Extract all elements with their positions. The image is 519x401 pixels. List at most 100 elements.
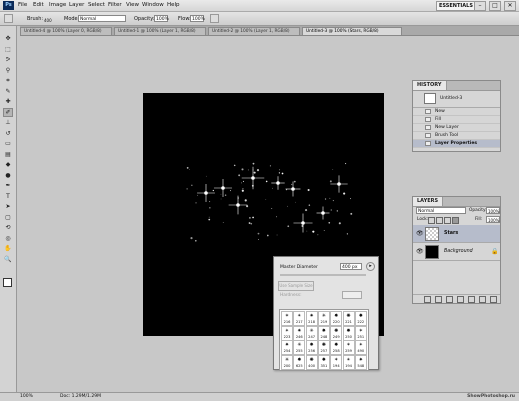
eye-icon[interactable]: 👁 [416, 248, 424, 255]
hardness-field[interactable] [342, 291, 362, 299]
menu-layer[interactable]: Layer [69, 2, 84, 8]
brush-tip[interactable]: ✳ 255 [293, 340, 306, 355]
blend-mode-select[interactable]: Normal [416, 207, 466, 214]
history-item[interactable]: Fill [413, 116, 500, 124]
brush-tip[interactable]: ✸ 220 [330, 311, 343, 326]
brush-tip[interactable]: ✺ 221 [342, 311, 355, 326]
brush-tip[interactable]: ✶ 259 [342, 340, 355, 355]
brush-tool-icon[interactable]: ✐ [3, 107, 13, 117]
layer-row-selected[interactable]: 👁 Stars [413, 225, 500, 243]
history-snapshot[interactable]: Untitled-3 [413, 91, 500, 108]
layer-opacity-field[interactable]: 100% [486, 207, 500, 214]
quick-select-tool-icon[interactable]: ⚲ [3, 66, 13, 75]
foreground-color-swatch[interactable] [3, 278, 12, 287]
history-item[interactable]: New Layer [413, 124, 500, 132]
brush-tip[interactable]: ✸ 625 [293, 354, 306, 370]
zoom-tool-icon[interactable]: 🔍 [3, 255, 13, 264]
history-tab[interactable]: HISTORY [413, 81, 447, 90]
brush-tip[interactable]: ✷ 548 [354, 354, 367, 370]
brush-tip[interactable]: ✳ 200 [281, 354, 293, 370]
brush-tip[interactable]: ✸ 256 [305, 340, 318, 355]
brush-tip[interactable]: ✸ 248 [317, 325, 330, 341]
brush-tip[interactable]: ✶ 251 [354, 325, 367, 341]
menu-edit[interactable]: Edit [33, 2, 44, 8]
brush-tip[interactable]: ✺ 400 [305, 354, 318, 370]
brush-tip[interactable]: ✴ 223 [281, 325, 293, 341]
document-tab[interactable]: Untitled-1 @ 100% (Layer 1, RGB/8) [114, 27, 206, 35]
minimize-button[interactable]: – [474, 1, 486, 11]
crop-tool-icon[interactable]: ⌗ [3, 76, 13, 85]
mode-select[interactable]: Normal [78, 15, 126, 22]
add-mask-icon[interactable] [446, 295, 453, 303]
history-item[interactable]: New [413, 108, 500, 116]
brush-tip[interactable]: ✳ 247 [305, 325, 318, 341]
new-layer-icon[interactable] [479, 295, 486, 303]
brush-tip[interactable]: ✷ 254 [281, 340, 293, 355]
gradient-tool-icon[interactable]: ▤ [3, 150, 13, 159]
picker-menu-icon[interactable]: ▸ [366, 262, 375, 271]
menu-window[interactable]: Window [142, 2, 164, 8]
lock-transparency-icon[interactable] [428, 217, 435, 224]
3d-orbit-tool-icon[interactable]: ◎ [3, 234, 13, 243]
menu-file[interactable]: File [18, 2, 27, 8]
close-button[interactable]: ✕ [504, 1, 516, 11]
history-brush-tool-icon[interactable]: ↺ [3, 129, 13, 138]
dodge-tool-icon[interactable]: ● [3, 171, 13, 180]
history-item-selected[interactable]: Layer Properties [413, 140, 500, 148]
document-tab[interactable]: Untitled-2 @ 100% (Layer 1, RGB/8) [208, 27, 300, 35]
brush-tip[interactable]: ✹ 222 [354, 311, 367, 326]
history-item[interactable]: Brush Tool [413, 132, 500, 140]
master-diameter-field[interactable]: 400 px [340, 263, 362, 270]
eraser-tool-icon[interactable]: ▭ [3, 139, 13, 148]
opacity-field[interactable]: 100% [154, 15, 169, 22]
menu-view[interactable]: View [126, 2, 139, 8]
layer-style-icon[interactable] [435, 295, 442, 303]
brush-tip[interactable]: ✴ 490 [354, 340, 367, 355]
brush-tip[interactable]: ✴ 217 [293, 311, 306, 326]
brush-tip[interactable]: ✹ 351 [317, 354, 330, 370]
eye-icon[interactable]: 👁 [416, 230, 424, 237]
hand-tool-icon[interactable]: ✋ [3, 244, 13, 253]
lock-all-icon[interactable] [452, 217, 459, 224]
brush-tool-preset-icon[interactable] [4, 14, 13, 23]
brush-tip[interactable]: ✷ 246 [293, 325, 306, 341]
stamp-tool-icon[interactable]: ⊥ [3, 118, 13, 127]
type-tool-icon[interactable]: T [3, 192, 13, 201]
layer-row[interactable]: 👁 Background 🔒 [413, 243, 500, 261]
brush-tip[interactable]: ✶ 216 [281, 311, 293, 326]
menu-filter[interactable]: Filter [108, 2, 122, 8]
move-tool-icon[interactable]: ✥ [3, 34, 13, 43]
new-group-icon[interactable] [468, 295, 475, 303]
adjustment-layer-icon[interactable] [457, 295, 464, 303]
document-tab-active[interactable]: Untitled-3 @ 100% (Stars, RGB/8) [302, 27, 402, 35]
menu-select[interactable]: Select [88, 2, 105, 8]
maximize-button[interactable]: □ [489, 1, 501, 11]
brush-tip[interactable]: ✴ 194 [342, 354, 355, 370]
blur-tool-icon[interactable]: ◆ [3, 160, 13, 169]
flow-field[interactable]: 100% [190, 15, 205, 22]
brush-tip[interactable]: ✺ 249 [330, 325, 343, 341]
healing-tool-icon[interactable]: ✚ [3, 97, 13, 106]
brush-tip[interactable]: ✹ 250 [342, 325, 355, 341]
brush-size-value[interactable]: 400 [44, 18, 52, 23]
eyedropper-tool-icon[interactable]: ✎ [3, 87, 13, 96]
fill-field[interactable]: 100% [486, 216, 500, 223]
brush-tip[interactable]: ✺ 257 [317, 340, 330, 355]
menu-image[interactable]: Image [49, 2, 66, 8]
brush-tip[interactable]: ✶ 194 [330, 354, 343, 370]
marquee-tool-icon[interactable]: ⬚ [3, 45, 13, 54]
shape-tool-icon[interactable]: ▢ [3, 213, 13, 222]
menu-help[interactable]: Help [167, 2, 180, 8]
path-select-tool-icon[interactable]: ➤ [3, 202, 13, 211]
trash-icon[interactable] [490, 295, 497, 303]
brush-tip[interactable]: ✳ 219 [317, 311, 330, 326]
link-layers-icon[interactable] [424, 295, 431, 303]
lock-pixels-icon[interactable] [436, 217, 443, 224]
use-sample-size-button[interactable]: Use Sample Size [278, 281, 314, 291]
document-tab[interactable]: Untitled-4 @ 100% (Layer 0, RGB/8) [20, 27, 112, 35]
lasso-tool-icon[interactable]: ᕗ [3, 55, 13, 64]
pen-tool-icon[interactable]: ✒ [3, 181, 13, 190]
brush-tip[interactable]: ✹ 258 [330, 340, 343, 355]
layers-tab[interactable]: LAYERS [413, 197, 444, 206]
3d-rotate-tool-icon[interactable]: ⟲ [3, 223, 13, 232]
